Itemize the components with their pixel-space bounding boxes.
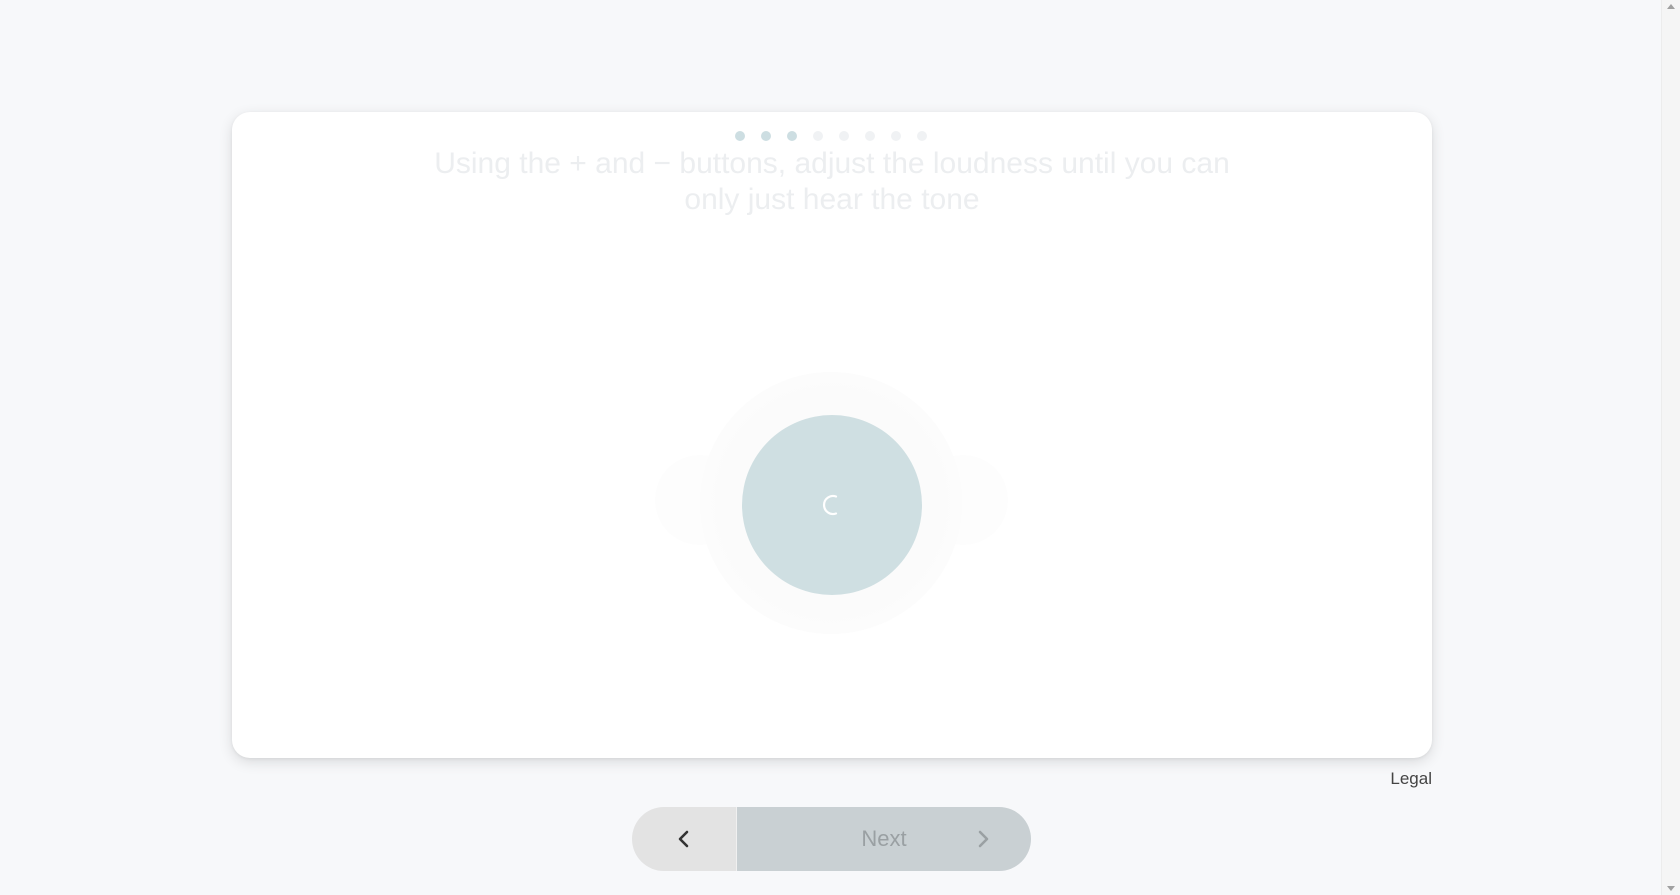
tone-button[interactable] xyxy=(742,415,922,595)
navigation-bar: Next xyxy=(632,807,1031,871)
progress-dot xyxy=(813,131,823,141)
progress-dot xyxy=(891,131,901,141)
page: Using the + and − buttons, adjust the lo… xyxy=(0,0,1680,895)
instruction-text: Using the + and − buttons, adjust the lo… xyxy=(434,147,1230,216)
next-button-label: Next xyxy=(861,826,907,851)
progress-dot xyxy=(787,131,797,141)
scroll-up-icon[interactable] xyxy=(1667,4,1675,9)
next-button[interactable]: Next xyxy=(736,807,1031,871)
back-button[interactable] xyxy=(632,807,736,871)
progress-dot xyxy=(761,131,771,141)
vertical-scrollbar[interactable] xyxy=(1661,0,1680,895)
progress-dot xyxy=(735,131,745,141)
progress-dot xyxy=(839,131,849,141)
progress-dots xyxy=(0,131,1662,141)
progress-dot xyxy=(917,131,927,141)
chevron-right-icon xyxy=(978,830,989,848)
progress-dot xyxy=(865,131,875,141)
loading-spinner-icon xyxy=(822,494,838,516)
scroll-down-icon[interactable] xyxy=(1667,886,1675,891)
legal-link[interactable]: Legal xyxy=(1390,769,1432,789)
chevron-left-icon xyxy=(678,830,689,848)
